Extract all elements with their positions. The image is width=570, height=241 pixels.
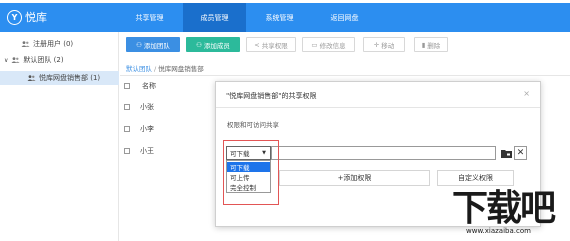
team-sidebar: 注册用户 (0) ∨ 默认团队 (2) 悦库网盘销售部 (1): [0, 32, 119, 241]
trash-icon: ▮: [421, 40, 426, 49]
top-bar: Y 悦库 共享管理 成员管理 系统管理 返回网盘: [0, 3, 570, 32]
close-icon[interactable]: ×: [523, 89, 530, 98]
nav-share-management[interactable]: 共享管理: [118, 3, 181, 32]
edit-info-button[interactable]: ▭ 修改信息: [302, 37, 355, 52]
move-button[interactable]: ✛ 移动: [363, 37, 405, 52]
add-user-icon: ⚇: [196, 40, 202, 49]
breadcrumb-current: 悦库网盘销售部: [158, 65, 204, 73]
sidebar-item-label: 悦库网盘销售部 (1): [39, 74, 101, 82]
share-path-input[interactable]: [271, 146, 496, 160]
dialog-title: "悦库网盘销售部"的共享权限: [226, 92, 317, 100]
users-icon: [27, 75, 36, 81]
logo-icon: Y: [7, 9, 22, 25]
select-all-checkbox[interactable]: [124, 83, 130, 89]
row-checkbox[interactable]: [124, 148, 130, 154]
logo-text: 悦库: [25, 11, 47, 24]
folder-icon[interactable]: [500, 146, 513, 160]
nav-back-to-drive[interactable]: 返回网盘: [313, 3, 376, 32]
delete-button[interactable]: ▮ 删除: [414, 37, 448, 52]
column-header-name: 名称: [142, 82, 156, 90]
app-logo[interactable]: Y 悦库: [7, 7, 47, 27]
nav-member-management[interactable]: 成员管理: [183, 3, 246, 32]
sidebar-item-label: 默认团队 (2): [23, 56, 64, 64]
nav-system-management[interactable]: 系统管理: [248, 3, 311, 32]
row-checkbox[interactable]: [124, 104, 130, 110]
chevron-down-icon[interactable]: ∨: [4, 57, 8, 64]
row-checkbox[interactable]: [124, 126, 130, 132]
annotation-highlight: [223, 140, 279, 205]
list-item[interactable]: 小王: [140, 146, 154, 156]
users-icon: [11, 57, 21, 63]
users-icon: [21, 41, 30, 47]
edit-icon: ▭: [311, 40, 318, 49]
add-permission-button[interactable]: +添加权限: [279, 170, 430, 186]
sidebar-item-sales-department[interactable]: 悦库网盘销售部 (1): [0, 71, 119, 85]
remove-button[interactable]: ✕: [514, 146, 527, 160]
add-member-button[interactable]: ⚇ 添加成员: [186, 37, 240, 52]
list-item[interactable]: 小张: [140, 102, 154, 112]
move-icon: ✛: [373, 40, 380, 49]
sidebar-item-default-team[interactable]: ∨ 默认团队 (2): [0, 53, 119, 67]
dialog-subtitle: 权限和可访问共享: [227, 121, 279, 129]
list-item[interactable]: 小李: [140, 124, 154, 134]
breadcrumb-root[interactable]: 默认团队: [126, 65, 152, 73]
watermark-url: www.xiazaiba.com: [466, 227, 531, 235]
divider: [120, 75, 570, 76]
watermark-logo: 下载吧: [452, 188, 556, 229]
users-icon: ⚇: [136, 40, 142, 49]
add-team-button[interactable]: ⚇ 添加团队: [126, 37, 180, 52]
dialog-divider: [216, 107, 540, 108]
sidebar-item-registered-users[interactable]: 注册用户 (0): [0, 37, 119, 51]
breadcrumb-separator: /: [154, 65, 157, 73]
breadcrumb: 默认团队 / 悦库网盘销售部: [126, 63, 204, 73]
share-permission-button[interactable]: < 共享权限: [246, 37, 296, 52]
share-icon: <: [254, 40, 260, 49]
sidebar-item-label: 注册用户 (0): [33, 40, 74, 48]
